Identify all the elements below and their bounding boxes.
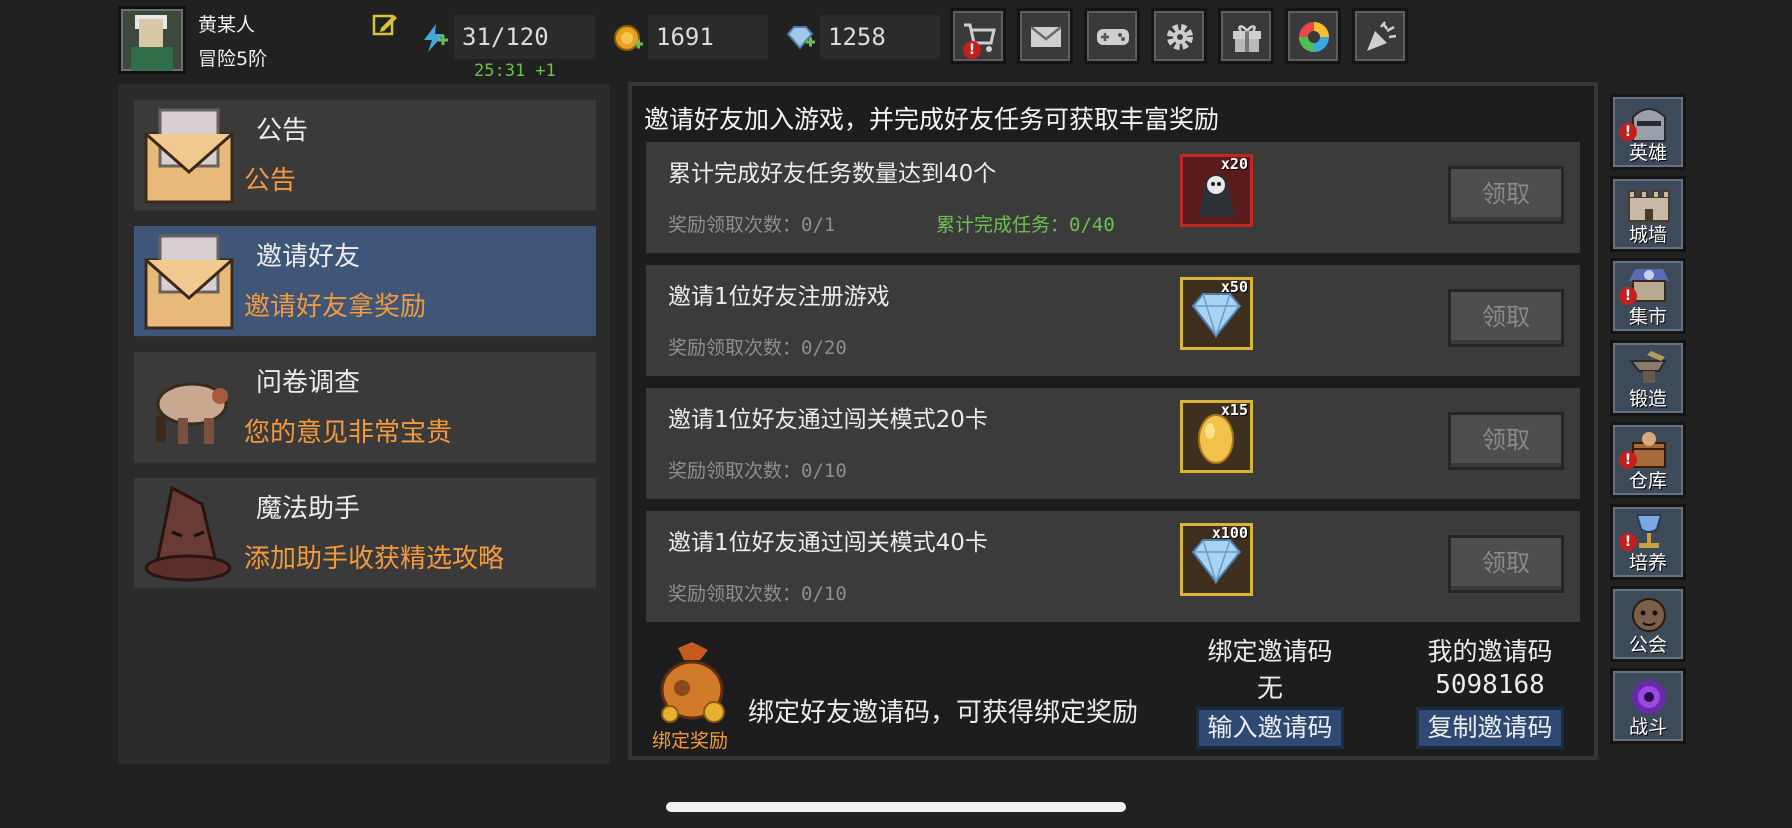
task-card: 邀请1位好友通过闯关模式20卡 奖励领取次数：0/10 x15 领取 — [646, 388, 1580, 499]
nav-label: 锻造 — [1628, 388, 1667, 410]
envelope-icon — [144, 234, 234, 330]
nav-wall[interactable]: 城墙 — [1610, 176, 1686, 252]
task-claim-count: 奖励领取次数：0/1 — [668, 214, 836, 236]
reward-quantity: x50 — [1220, 278, 1248, 296]
reward-item[interactable]: x50 — [1180, 277, 1253, 350]
gamepad-button[interactable] — [1084, 8, 1140, 64]
shop-button[interactable]: ! — [950, 8, 1006, 64]
menu-item-title: 邀请好友 — [256, 242, 361, 272]
gold-value: 1691 — [648, 15, 768, 59]
task-claim-count: 奖励领取次数：0/10 — [668, 583, 847, 605]
mail-button[interactable] — [1017, 8, 1073, 64]
nav-label: 培养 — [1628, 552, 1667, 574]
color-wheel-icon — [1299, 22, 1329, 52]
avatar-robe — [131, 47, 173, 71]
gem-icon — [786, 26, 815, 50]
reward-quantity: x15 — [1220, 401, 1248, 419]
envelope-icon — [144, 108, 234, 204]
claim-button[interactable]: 领取 — [1448, 535, 1564, 593]
gift-button[interactable] — [1218, 8, 1274, 64]
menu-item-magic-assistant[interactable]: 魔法助手 添加助手收获精选攻略 — [134, 478, 596, 590]
nav-label: 战斗 — [1628, 716, 1667, 738]
player-rank: 冒险5阶 — [198, 48, 268, 70]
task-progress: 累计完成任务：0/40 — [936, 214, 1115, 236]
shop-alert-badge: ! — [963, 41, 981, 59]
bind-reward-description: 绑定好友邀请码，可获得绑定奖励 — [748, 698, 1139, 728]
my-code-value: 5098168 — [1435, 670, 1545, 700]
task-card: 累计完成好友任务数量达到40个 奖励领取次数：0/1 累计完成任务：0/40 x… — [646, 142, 1580, 253]
reward-item[interactable]: x100 — [1180, 523, 1253, 596]
edit-name-icon[interactable] — [372, 12, 398, 38]
energy-timer: 25:31 +1 — [474, 61, 556, 81]
my-code-heading: 我的邀请码 — [1427, 637, 1553, 666]
energy-value: 31/120 — [454, 15, 595, 59]
menu-item-subtitle: 公告 — [244, 166, 297, 196]
menu-item-title: 公告 — [256, 116, 309, 146]
bind-reward-bag-icon[interactable] — [652, 640, 734, 724]
menu-item-survey[interactable]: 问卷调查 您的意见非常宝贵 — [134, 352, 596, 464]
party-button[interactable] — [1352, 8, 1408, 64]
menu-item-subtitle: 您的意见非常宝贵 — [244, 418, 453, 448]
nav-label: 城墙 — [1628, 224, 1667, 246]
menu-item-title: 问卷调查 — [256, 368, 361, 398]
mail-icon — [1030, 26, 1062, 47]
gold-coin-icon — [614, 25, 643, 51]
nav-guild[interactable]: 公会 — [1610, 586, 1686, 662]
nav-label: 集市 — [1628, 306, 1667, 328]
reward-item[interactable]: x15 — [1180, 400, 1253, 473]
menu-item-invite-friends[interactable]: 邀请好友 邀请好友拿奖励 — [134, 226, 596, 338]
reward-quantity: x100 — [1211, 524, 1248, 542]
task-claim-count: 奖励领取次数：0/10 — [668, 460, 847, 482]
gem-value: 1258 — [820, 15, 940, 59]
bind-reward-label: 绑定奖励 — [652, 730, 729, 752]
task-title: 累计完成好友任务数量达到40个 — [668, 161, 997, 187]
reward-quantity: x20 — [1220, 155, 1248, 173]
task-title: 邀请1位好友通过闯关模式20卡 — [668, 407, 988, 433]
menu-item-announcement[interactable]: 公告 公告 — [134, 100, 596, 212]
task-title: 邀请1位好友注册游戏 — [668, 284, 890, 310]
nav-forge[interactable]: 锻造 — [1610, 340, 1686, 416]
task-title: 邀请1位好友通过闯关模式40卡 — [668, 530, 988, 556]
creature-icon — [156, 382, 228, 444]
reward-item[interactable]: x20 — [1180, 154, 1253, 227]
claim-button[interactable]: 领取 — [1448, 166, 1564, 224]
claim-button[interactable]: 领取 — [1448, 412, 1564, 470]
color-wheel-button[interactable] — [1285, 8, 1341, 64]
task-card: 邀请1位好友通过闯关模式40卡 奖励领取次数：0/10 x100 领取 — [646, 511, 1580, 622]
nav-market[interactable]: ! 集市 — [1610, 258, 1686, 334]
gift-icon — [1233, 25, 1261, 52]
nav-label: 公会 — [1628, 634, 1667, 656]
copy-invite-code-button[interactable]: 复制邀请码 — [1416, 707, 1564, 749]
menu-item-subtitle: 添加助手收获精选攻略 — [244, 544, 505, 574]
nav-battle[interactable]: 战斗 — [1610, 668, 1686, 744]
wizard-hat-icon — [144, 485, 232, 582]
home-indicator[interactable] — [666, 802, 1126, 812]
invite-panel-header: 邀请好友加入游戏，并完成好友任务可获取丰富奖励 — [644, 105, 1220, 134]
avatar-face — [139, 19, 163, 47]
settings-gear-icon — [1167, 24, 1193, 50]
task-claim-count: 奖励领取次数：0/20 — [668, 337, 847, 359]
gamepad-icon — [1097, 29, 1129, 45]
bound-code-value: 无 — [1256, 674, 1283, 704]
menu-item-subtitle: 邀请好友拿奖励 — [244, 292, 427, 322]
nav-warehouse[interactable]: ! 仓库 — [1610, 422, 1686, 498]
player-name: 黄某人 — [198, 14, 256, 36]
nav-label: 英雄 — [1628, 142, 1667, 164]
task-card: 邀请1位好友注册游戏 奖励领取次数：0/20 x50 领取 — [646, 265, 1580, 376]
nav-heroes[interactable]: ! 英雄 — [1610, 94, 1686, 170]
player-avatar[interactable] — [118, 6, 186, 74]
energy-bolt-icon — [424, 24, 448, 52]
nav-cultivate[interactable]: ! 培养 — [1610, 504, 1686, 580]
bound-code-heading: 绑定邀请码 — [1207, 637, 1333, 666]
claim-button[interactable]: 领取 — [1448, 289, 1564, 347]
nav-label: 仓库 — [1628, 470, 1667, 492]
settings-button[interactable] — [1151, 8, 1207, 64]
menu-item-title: 魔法助手 — [256, 494, 361, 524]
party-popper-icon — [1367, 21, 1397, 51]
enter-invite-code-button[interactable]: 输入邀请码 — [1196, 707, 1344, 749]
